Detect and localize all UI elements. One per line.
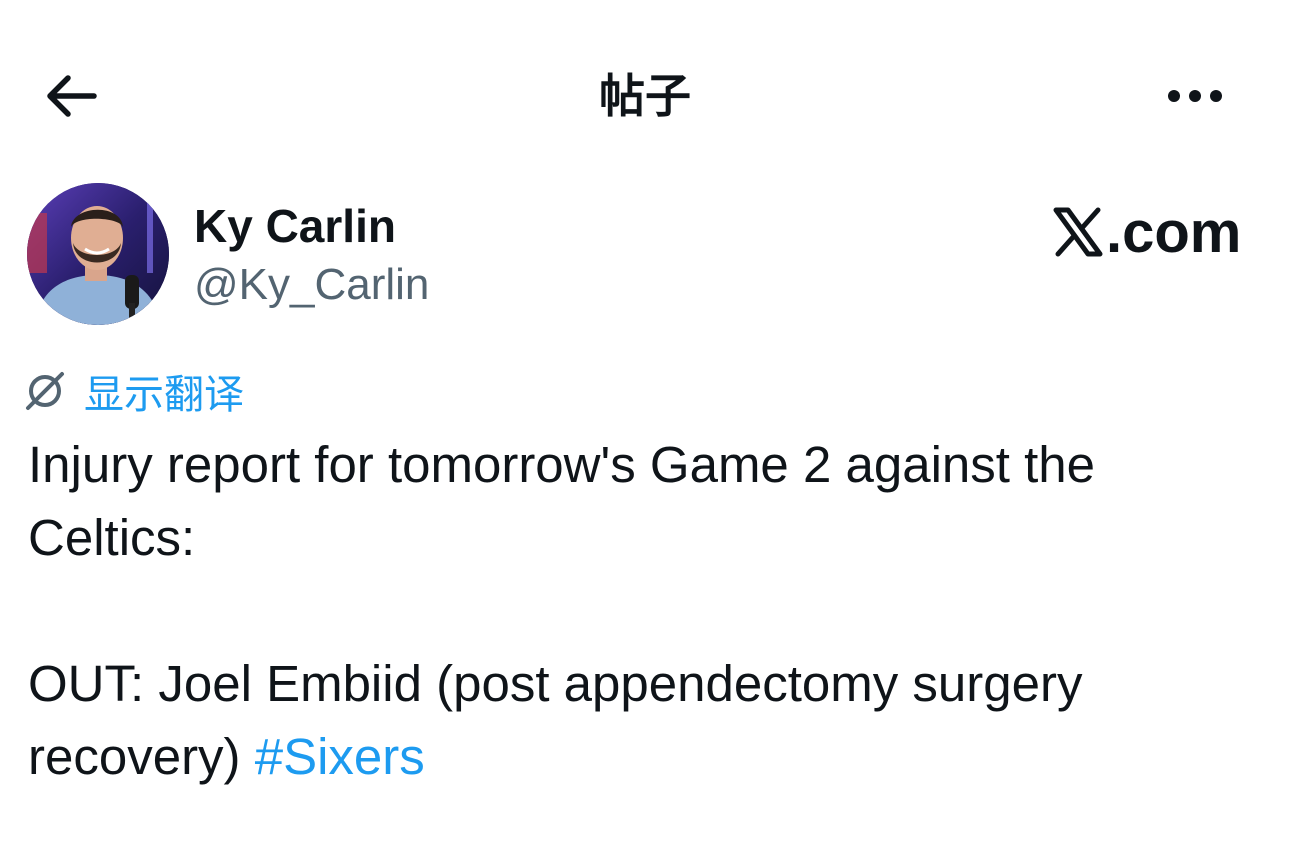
- tweet-body: Injury report for tomorrow's Game 2 agai…: [28, 428, 1258, 793]
- tweet-line: Celtics:: [28, 509, 196, 566]
- author-handle[interactable]: @Ky_Carlin: [194, 258, 429, 312]
- avatar[interactable]: [27, 183, 169, 325]
- tweet-line: recovery): [28, 728, 255, 785]
- brand-text: .com: [1106, 199, 1242, 265]
- show-translation-label: 显示翻译: [84, 372, 244, 418]
- tweet-line: OUT: Joel Embiid (post appendectomy surg…: [28, 655, 1083, 712]
- top-navigation-bar: 帖子: [0, 0, 1290, 190]
- x-com-watermark: .com: [1052, 199, 1242, 265]
- tweet-line-with-hashtag: recovery) #Sixers: [28, 720, 1258, 793]
- show-translation-button[interactable]: 显示翻译: [24, 364, 244, 418]
- more-horizontal-icon: [1168, 90, 1222, 102]
- hashtag-link[interactable]: #Sixers: [255, 728, 425, 785]
- globe-slash-icon: [26, 372, 64, 410]
- avatar-photo: [27, 183, 169, 325]
- x-logo-icon: [1053, 207, 1103, 257]
- page-title: 帖子: [599, 69, 691, 123]
- tweet-line: Injury report for tomorrow's Game 2 agai…: [28, 436, 1096, 493]
- author-display-name[interactable]: Ky Carlin: [194, 198, 396, 254]
- more-options-button[interactable]: [1160, 70, 1230, 122]
